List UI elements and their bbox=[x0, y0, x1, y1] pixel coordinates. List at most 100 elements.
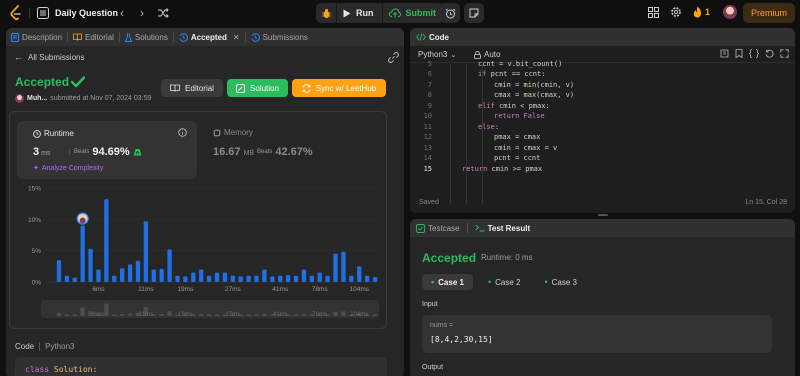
code-editor[interactable]: 5 ccnt = v.bit_count() 6 if pcnt == ccnt: 7 c… bbox=[410, 60, 795, 204]
histogram-bar[interactable] bbox=[270, 276, 275, 282]
tab-testcase[interactable]: Testcase bbox=[416, 224, 460, 233]
prev-question-icon[interactable]: ‹ bbox=[120, 6, 124, 20]
code-line[interactable]: 5 ccnt = v.bit_count() bbox=[410, 58, 563, 69]
histogram-bar[interactable] bbox=[254, 275, 259, 282]
histogram-bar[interactable] bbox=[56, 260, 62, 282]
histogram-bar[interactable] bbox=[143, 221, 149, 282]
drag-handle-icon[interactable] bbox=[598, 214, 608, 216]
histogram-bar[interactable] bbox=[309, 275, 315, 282]
code-line[interactable]: 8 cmax = max(cmax, v) bbox=[410, 90, 574, 101]
histogram-bar[interactable] bbox=[72, 277, 77, 282]
memory-label[interactable]: Memory bbox=[213, 128, 253, 137]
runtime-distribution-chart[interactable]: 15% 10% 5% 0% 6ms 11ms 19ms 27ms 41ms 78ms 104ms 6m… bbox=[9, 180, 387, 332]
code-line[interactable]: 7 cmin = min(cmin, v) bbox=[410, 79, 574, 90]
histogram-bar[interactable] bbox=[159, 268, 164, 282]
histogram-bar[interactable] bbox=[135, 260, 141, 282]
histogram-bar[interactable] bbox=[222, 272, 228, 282]
problem-list-title[interactable]: Daily Question bbox=[55, 8, 118, 18]
code-line[interactable]: 9 elif cmin < pmax: bbox=[410, 100, 550, 111]
runtime-card[interactable]: Runtime 3 ms Beats 94.69% ✦ Analyze Compl… bbox=[17, 121, 197, 179]
tab-description[interactable]: Description bbox=[6, 28, 67, 46]
case-tab-2[interactable]: • Case 2 bbox=[479, 274, 530, 290]
submit-button[interactable]: Submit bbox=[381, 3, 445, 23]
timer-button[interactable] bbox=[440, 3, 460, 23]
format-braces-icon[interactable] bbox=[749, 49, 759, 58]
run-button[interactable]: Run bbox=[336, 3, 382, 23]
link-icon[interactable] bbox=[388, 52, 399, 63]
histogram-bar[interactable] bbox=[357, 266, 362, 282]
case-tab-3[interactable]: • Case 3 bbox=[535, 274, 586, 290]
layout-grid-icon[interactable] bbox=[648, 7, 659, 18]
histogram-bar[interactable] bbox=[88, 248, 93, 282]
histogram-bar[interactable] bbox=[285, 275, 291, 282]
histogram-bar[interactable] bbox=[230, 275, 235, 282]
histogram-bar[interactable] bbox=[191, 272, 196, 282]
histogram-bar[interactable] bbox=[206, 275, 212, 282]
close-tab-icon[interactable]: ✕ bbox=[233, 33, 240, 42]
histogram-bar[interactable] bbox=[349, 275, 354, 282]
histogram-bar[interactable] bbox=[104, 199, 109, 282]
username[interactable]: Muh... bbox=[27, 95, 47, 102]
submitted-code-preview[interactable]: class Solution: bbox=[15, 357, 387, 376]
expand-icon[interactable] bbox=[780, 49, 789, 58]
notes-icon[interactable] bbox=[720, 49, 729, 58]
code-line[interactable]: 10 return False bbox=[410, 111, 545, 122]
user-avatar[interactable] bbox=[723, 5, 737, 19]
premium-button[interactable]: Premium bbox=[743, 3, 795, 23]
histogram-bar[interactable] bbox=[183, 276, 188, 282]
histogram-bar[interactable] bbox=[317, 272, 322, 282]
histogram-bar[interactable] bbox=[175, 275, 180, 282]
next-question-icon[interactable]: › bbox=[140, 6, 144, 20]
histogram-bar[interactable] bbox=[167, 249, 172, 282]
histogram-bar[interactable] bbox=[325, 275, 330, 282]
notes-button[interactable] bbox=[464, 3, 484, 23]
reset-icon[interactable] bbox=[765, 49, 774, 58]
problem-list-icon[interactable] bbox=[37, 7, 49, 19]
histogram-bar[interactable] bbox=[333, 253, 338, 282]
tab-solutions[interactable]: Solutions bbox=[120, 28, 173, 46]
histogram-bar[interactable] bbox=[127, 264, 133, 282]
code-line[interactable]: 13 cmin = cmax = v bbox=[410, 142, 558, 153]
tab-test-result[interactable]: Test Result bbox=[475, 224, 530, 233]
streak-counter[interactable]: 1 bbox=[693, 6, 710, 18]
histogram-bar[interactable] bbox=[214, 272, 220, 282]
histogram-bar[interactable] bbox=[262, 269, 267, 282]
case-tab-1[interactable]: • Case 1 bbox=[422, 274, 473, 290]
histogram-bar[interactable] bbox=[341, 251, 346, 282]
histogram-bar[interactable] bbox=[293, 275, 299, 282]
tab-accepted[interactable]: Accepted ✕ bbox=[174, 28, 245, 46]
histogram-bar[interactable] bbox=[112, 275, 117, 282]
sync-leethub-button[interactable]: Sync w/ LeetHub bbox=[292, 79, 386, 97]
histogram-bar[interactable] bbox=[80, 225, 85, 282]
histogram-bar[interactable] bbox=[278, 275, 283, 282]
code-line[interactable]: 15 return cmin >= pmax bbox=[410, 163, 543, 174]
histogram-bar[interactable] bbox=[372, 276, 378, 282]
tab-editorial[interactable]: Editorial bbox=[68, 28, 119, 46]
auto-format-toggle[interactable]: Auto bbox=[474, 50, 500, 59]
back-to-submissions[interactable]: ← All Submissions bbox=[14, 52, 84, 62]
gear-icon[interactable] bbox=[670, 6, 682, 18]
bookmark-icon[interactable] bbox=[735, 49, 743, 58]
tab-submissions[interactable]: Submissions bbox=[246, 28, 313, 46]
histogram-bar[interactable] bbox=[96, 269, 101, 282]
analyze-complexity-link[interactable]: ✦ Analyze Complexity bbox=[33, 164, 103, 173]
code-line[interactable]: 12 pmax = cmax bbox=[410, 132, 541, 143]
code-line[interactable]: 11 else: bbox=[410, 121, 500, 132]
histogram-bar[interactable] bbox=[151, 269, 156, 282]
histogram-bar[interactable] bbox=[246, 275, 251, 282]
debug-button[interactable] bbox=[316, 3, 336, 23]
avatar[interactable] bbox=[15, 94, 24, 103]
histogram-bar[interactable] bbox=[199, 269, 204, 282]
histogram-bar[interactable] bbox=[301, 269, 307, 282]
info-icon[interactable] bbox=[178, 128, 187, 137]
code-line[interactable]: 6 if pcnt == ccnt: bbox=[410, 69, 546, 80]
histogram-bar[interactable] bbox=[64, 275, 70, 282]
histogram-bar[interactable] bbox=[119, 268, 125, 282]
histogram-bar[interactable] bbox=[364, 275, 370, 282]
code-line[interactable]: 14 pcnt = ccnt bbox=[410, 153, 541, 164]
leetcode-logo[interactable] bbox=[9, 5, 23, 21]
editorial-button[interactable]: Editorial bbox=[161, 79, 223, 97]
histogram-bar[interactable] bbox=[238, 276, 243, 282]
shuffle-icon[interactable] bbox=[157, 7, 169, 19]
solution-button[interactable]: Solution bbox=[227, 79, 288, 97]
